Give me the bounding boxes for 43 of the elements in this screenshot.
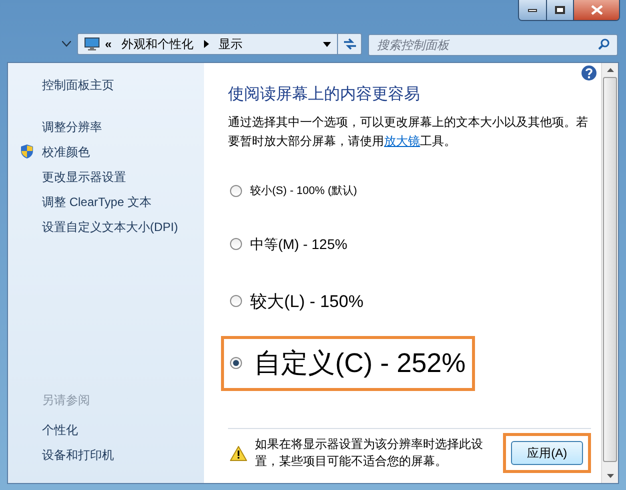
scroll-down-icon[interactable] [606,474,614,478]
close-button[interactable] [573,0,619,20]
scrollbar-thumb[interactable] [603,77,617,462]
radio-button[interactable] [230,295,242,308]
warning-text: 如果在将显示器设置为该分辨率时选择此设置，某些项目可能不适合您的屏幕。 [255,436,484,470]
search-field[interactable]: 搜索控制面板 [368,34,618,56]
monitor-icon [84,37,100,51]
search-icon[interactable] [598,38,610,50]
intro-text: 通过选择其中一个选项，可以更改屏幕上的文本大小以及其他项。若要暂时放大部分屏幕，请使用放大镜工具。 [228,114,590,150]
sidebar-link[interactable]: 控制面板主页 [42,76,204,96]
page-heading: 使阅读屏幕上的内容更容易 [228,84,422,105]
sidebar-link[interactable]: 校准颜色 [42,142,90,160]
chevron-right-icon[interactable] [204,40,209,48]
close-icon [590,5,602,15]
scroll-up-icon[interactable] [606,68,614,72]
radio-button[interactable] [230,238,242,250]
magnifier-link[interactable]: 放大镜 [384,134,420,148]
dropdown-arrow-icon[interactable] [323,42,331,46]
breadcrumb[interactable]: 外观和个性化 [122,35,194,53]
overflow-chevron[interactable]: « [105,35,112,53]
help-icon[interactable] [581,65,598,81]
sidebar-link[interactable]: 个性化 [42,417,204,442]
breadcrumb[interactable]: 显示 [218,35,243,53]
radio-option[interactable]: 较小(S) - 100% (默认) [230,183,358,200]
shield-icon [20,144,34,159]
radio-option[interactable]: 自定义(C) - 252% [230,343,466,384]
see-also-heading: 另请参阅 [42,392,91,409]
radio-option[interactable]: 中等(M) - 125% [230,234,348,254]
sidebar-link[interactable]: 设置自定义文本大小(DPI) [42,218,178,236]
minimize-button[interactable] [519,0,546,20]
warning-icon [230,446,248,460]
radio-option[interactable]: 较大(L) - 150% [230,288,364,314]
apply-button[interactable]: 应用(A) [511,441,584,465]
radio-button[interactable] [230,185,242,198]
sidebar-link[interactable]: 调整分辨率 [42,118,102,136]
sidebar-link[interactable]: 调整 ClearType 文本 [42,192,152,210]
sidebar-link[interactable]: 更改显示器设置 [42,168,126,186]
refresh-arrows-icon [342,38,356,50]
radio-button[interactable] [230,357,242,370]
maximize-button[interactable] [546,0,573,20]
sidebar-link[interactable]: 设备和打印机 [42,442,204,467]
scrollbar[interactable] [601,63,618,483]
address-bar[interactable]: « 外观和个性化 显示 [77,33,362,55]
